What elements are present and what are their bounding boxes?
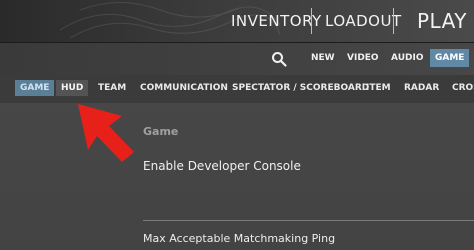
nav-divider: [311, 8, 312, 34]
settings-tab-video[interactable]: VIDEO: [347, 53, 379, 63]
setting-enable-developer-console[interactable]: Enable Developer Console: [143, 159, 301, 173]
red-arrow-icon: [78, 104, 134, 162]
setting-max-matchmaking-ping[interactable]: Max Acceptable Matchmaking Ping: [143, 232, 335, 245]
section-title: Game: [143, 125, 179, 138]
nav-divider: [393, 8, 394, 34]
nav-loadout[interactable]: LOADOUT: [325, 12, 402, 30]
settings-category-bar: NEW VIDEO AUDIO GAME: [0, 43, 474, 75]
tab-communication[interactable]: COMMUNICATION: [140, 83, 228, 93]
search-icon[interactable]: [271, 51, 287, 67]
tab-team[interactable]: TEAM: [98, 83, 126, 93]
top-navigation-bar: INVENTORY LOADOUT PLAY: [0, 0, 474, 43]
tab-game[interactable]: GAME: [15, 80, 55, 96]
tab-crosshair[interactable]: CROS: [452, 83, 474, 93]
settings-tab-game[interactable]: GAME: [430, 49, 470, 67]
tab-spectator-scoreboard[interactable]: SPECTATOR / SCOREBOARD: [232, 83, 369, 93]
nav-play[interactable]: PLAY: [417, 9, 467, 33]
section-divider: [143, 220, 474, 221]
nav-inventory[interactable]: INVENTORY: [231, 12, 322, 30]
game-settings-tabs: GAME HUD TEAM COMMUNICATION SPECTATOR / …: [0, 75, 474, 103]
settings-tab-new[interactable]: NEW: [311, 53, 335, 63]
tab-radar[interactable]: RADAR: [404, 83, 439, 93]
tab-item[interactable]: ITEM: [366, 83, 391, 93]
tab-hud[interactable]: HUD: [56, 80, 89, 96]
settings-tab-audio[interactable]: AUDIO: [391, 53, 423, 63]
